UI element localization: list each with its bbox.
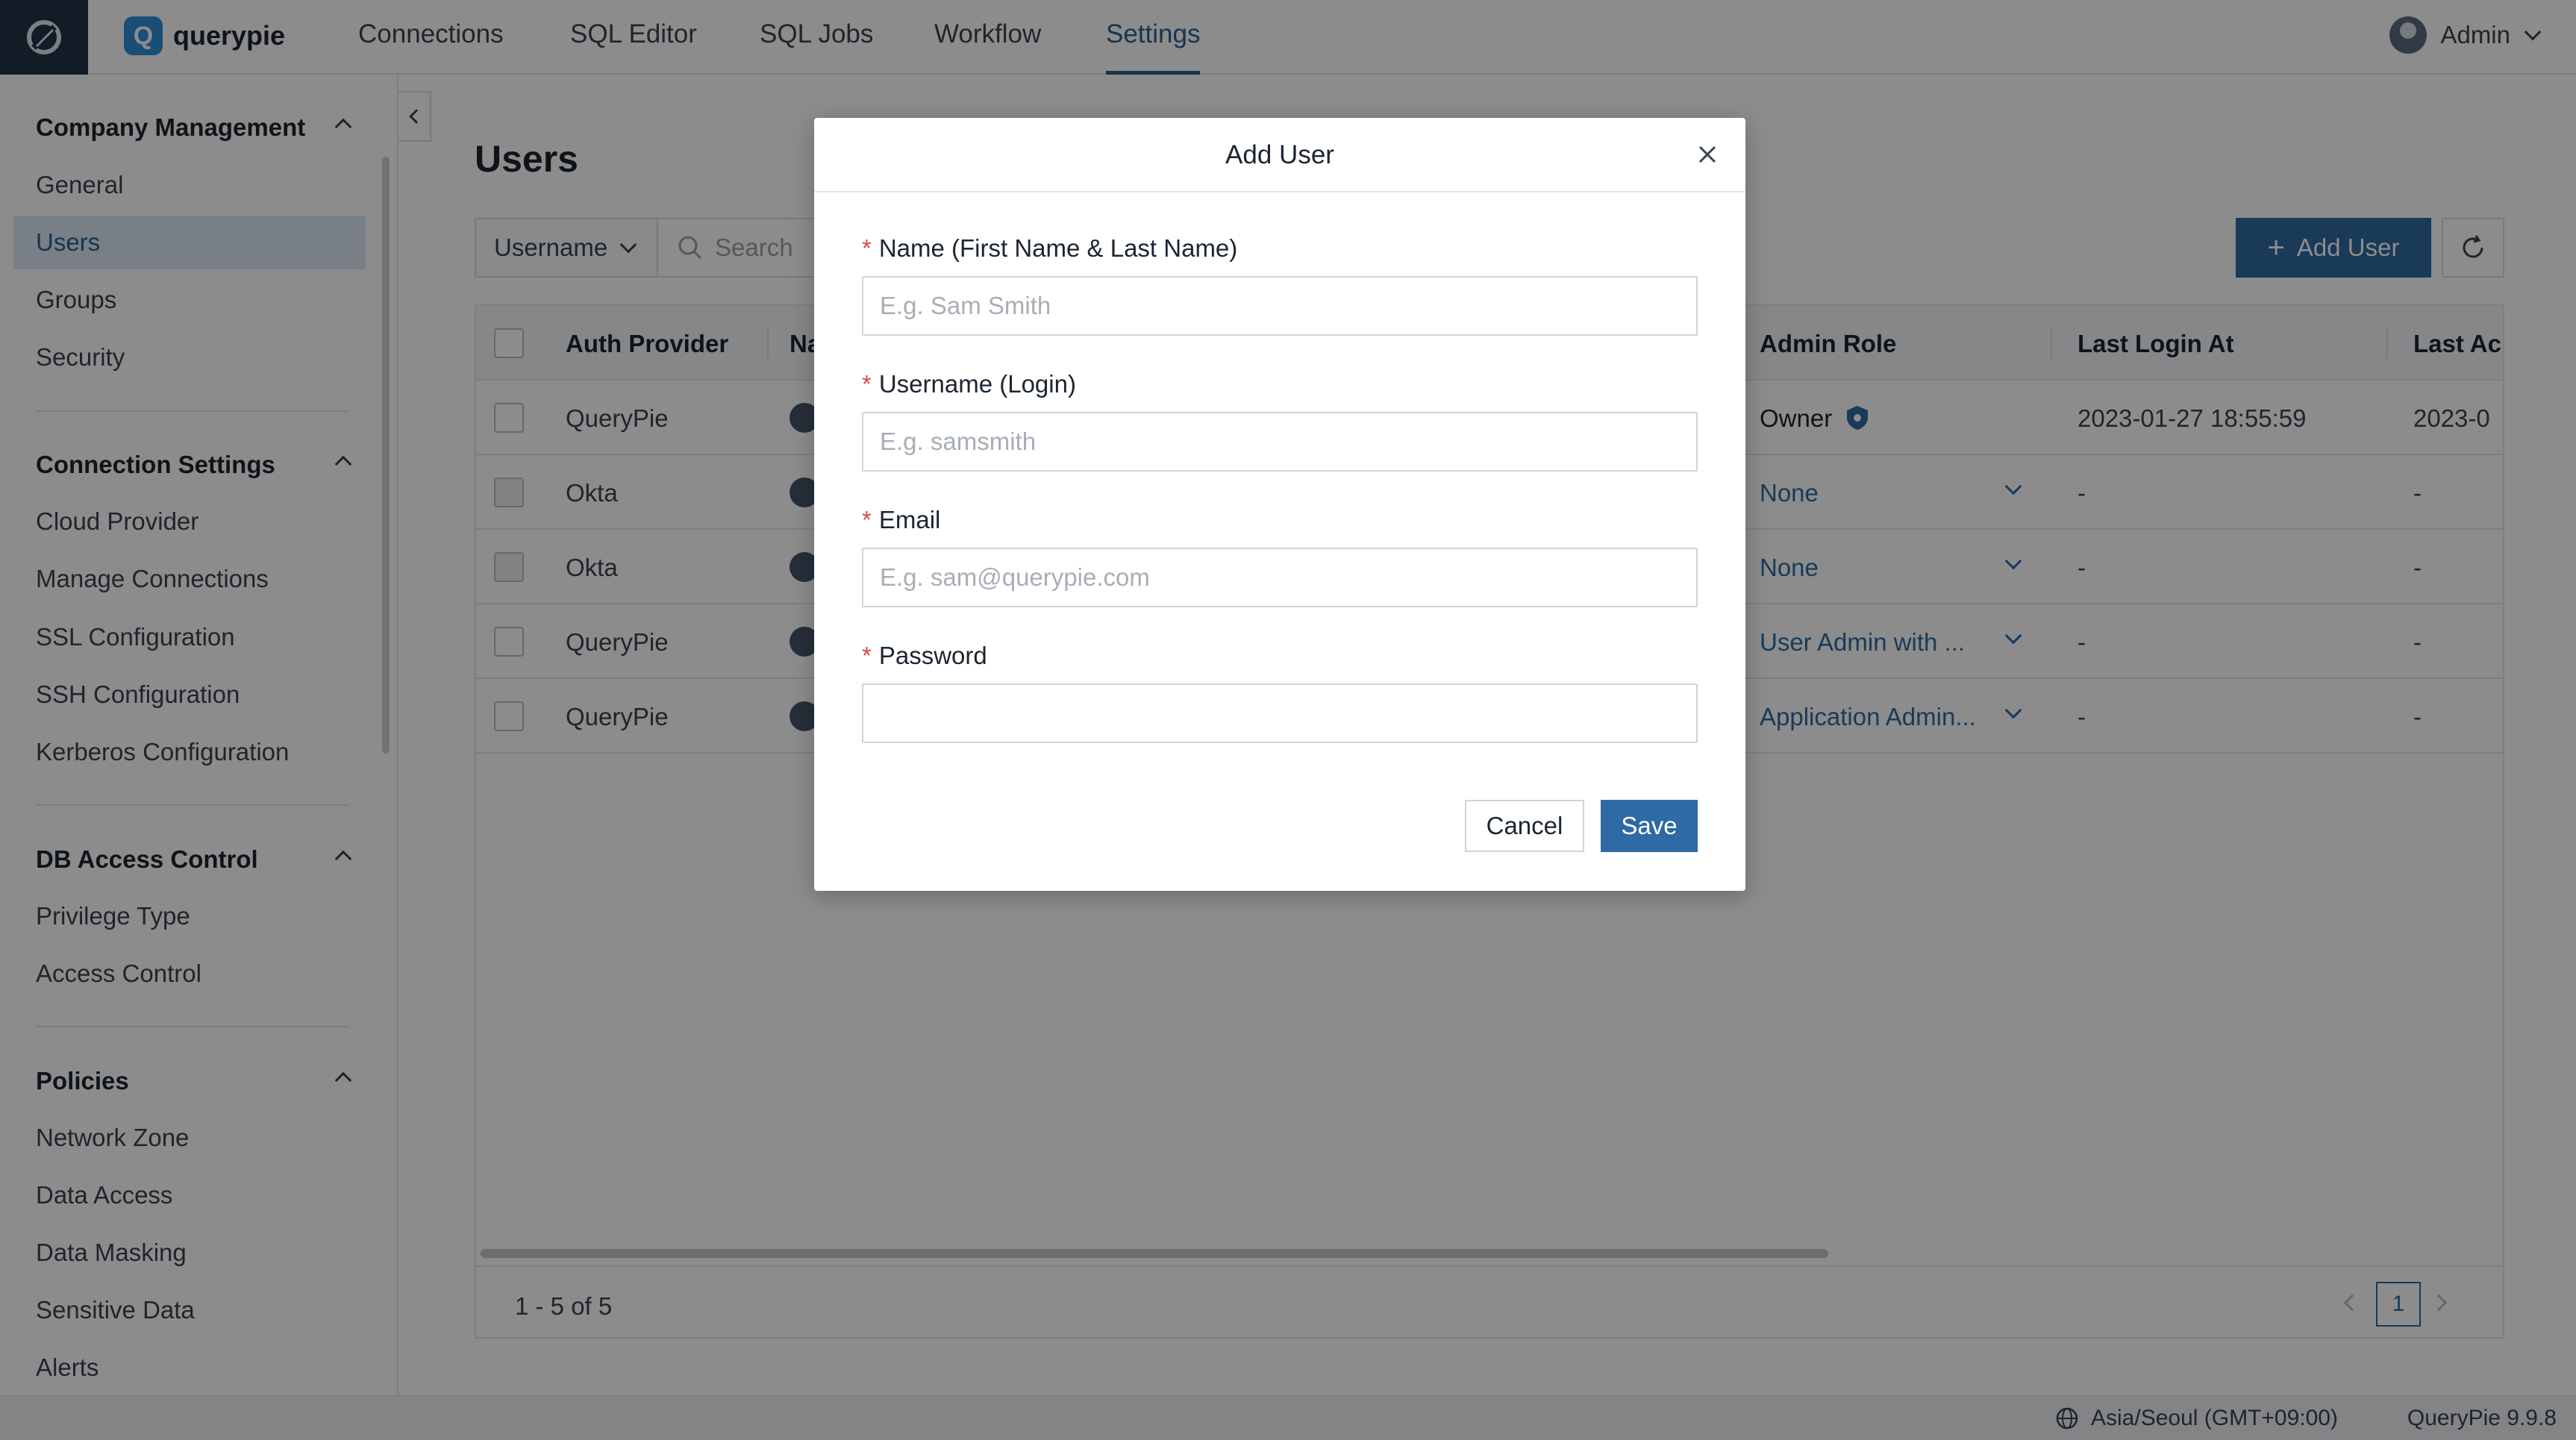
name-field[interactable] <box>862 276 1698 336</box>
cancel-button[interactable]: Cancel <box>1465 800 1584 852</box>
add-user-dialog: Add User * Name (First Name & Last Name) … <box>814 118 1745 891</box>
label-text: Username (Login) <box>878 370 1076 398</box>
required-marker: * <box>862 234 872 262</box>
close-icon[interactable] <box>1695 142 1720 167</box>
label-text: Password <box>878 642 987 669</box>
password-field[interactable] <box>862 683 1698 743</box>
required-marker: * <box>862 370 872 398</box>
username-label: * Username (Login) <box>862 370 1076 398</box>
save-button[interactable]: Save <box>1601 800 1698 852</box>
required-marker: * <box>862 642 872 669</box>
name-label: * Name (First Name & Last Name) <box>862 234 1237 263</box>
dialog-header: Add User <box>814 118 1745 192</box>
username-field[interactable] <box>862 412 1698 472</box>
dialog-title: Add User <box>1225 140 1334 169</box>
app-root: Q querypie Connections SQL Editor SQL Jo… <box>0 0 2576 1440</box>
label-text: Email <box>878 506 941 533</box>
email-label: * Email <box>862 506 940 534</box>
required-marker: * <box>862 506 872 533</box>
label-text: Name (First Name & Last Name) <box>878 234 1238 262</box>
email-field[interactable] <box>862 548 1698 607</box>
password-label: * Password <box>862 642 987 670</box>
